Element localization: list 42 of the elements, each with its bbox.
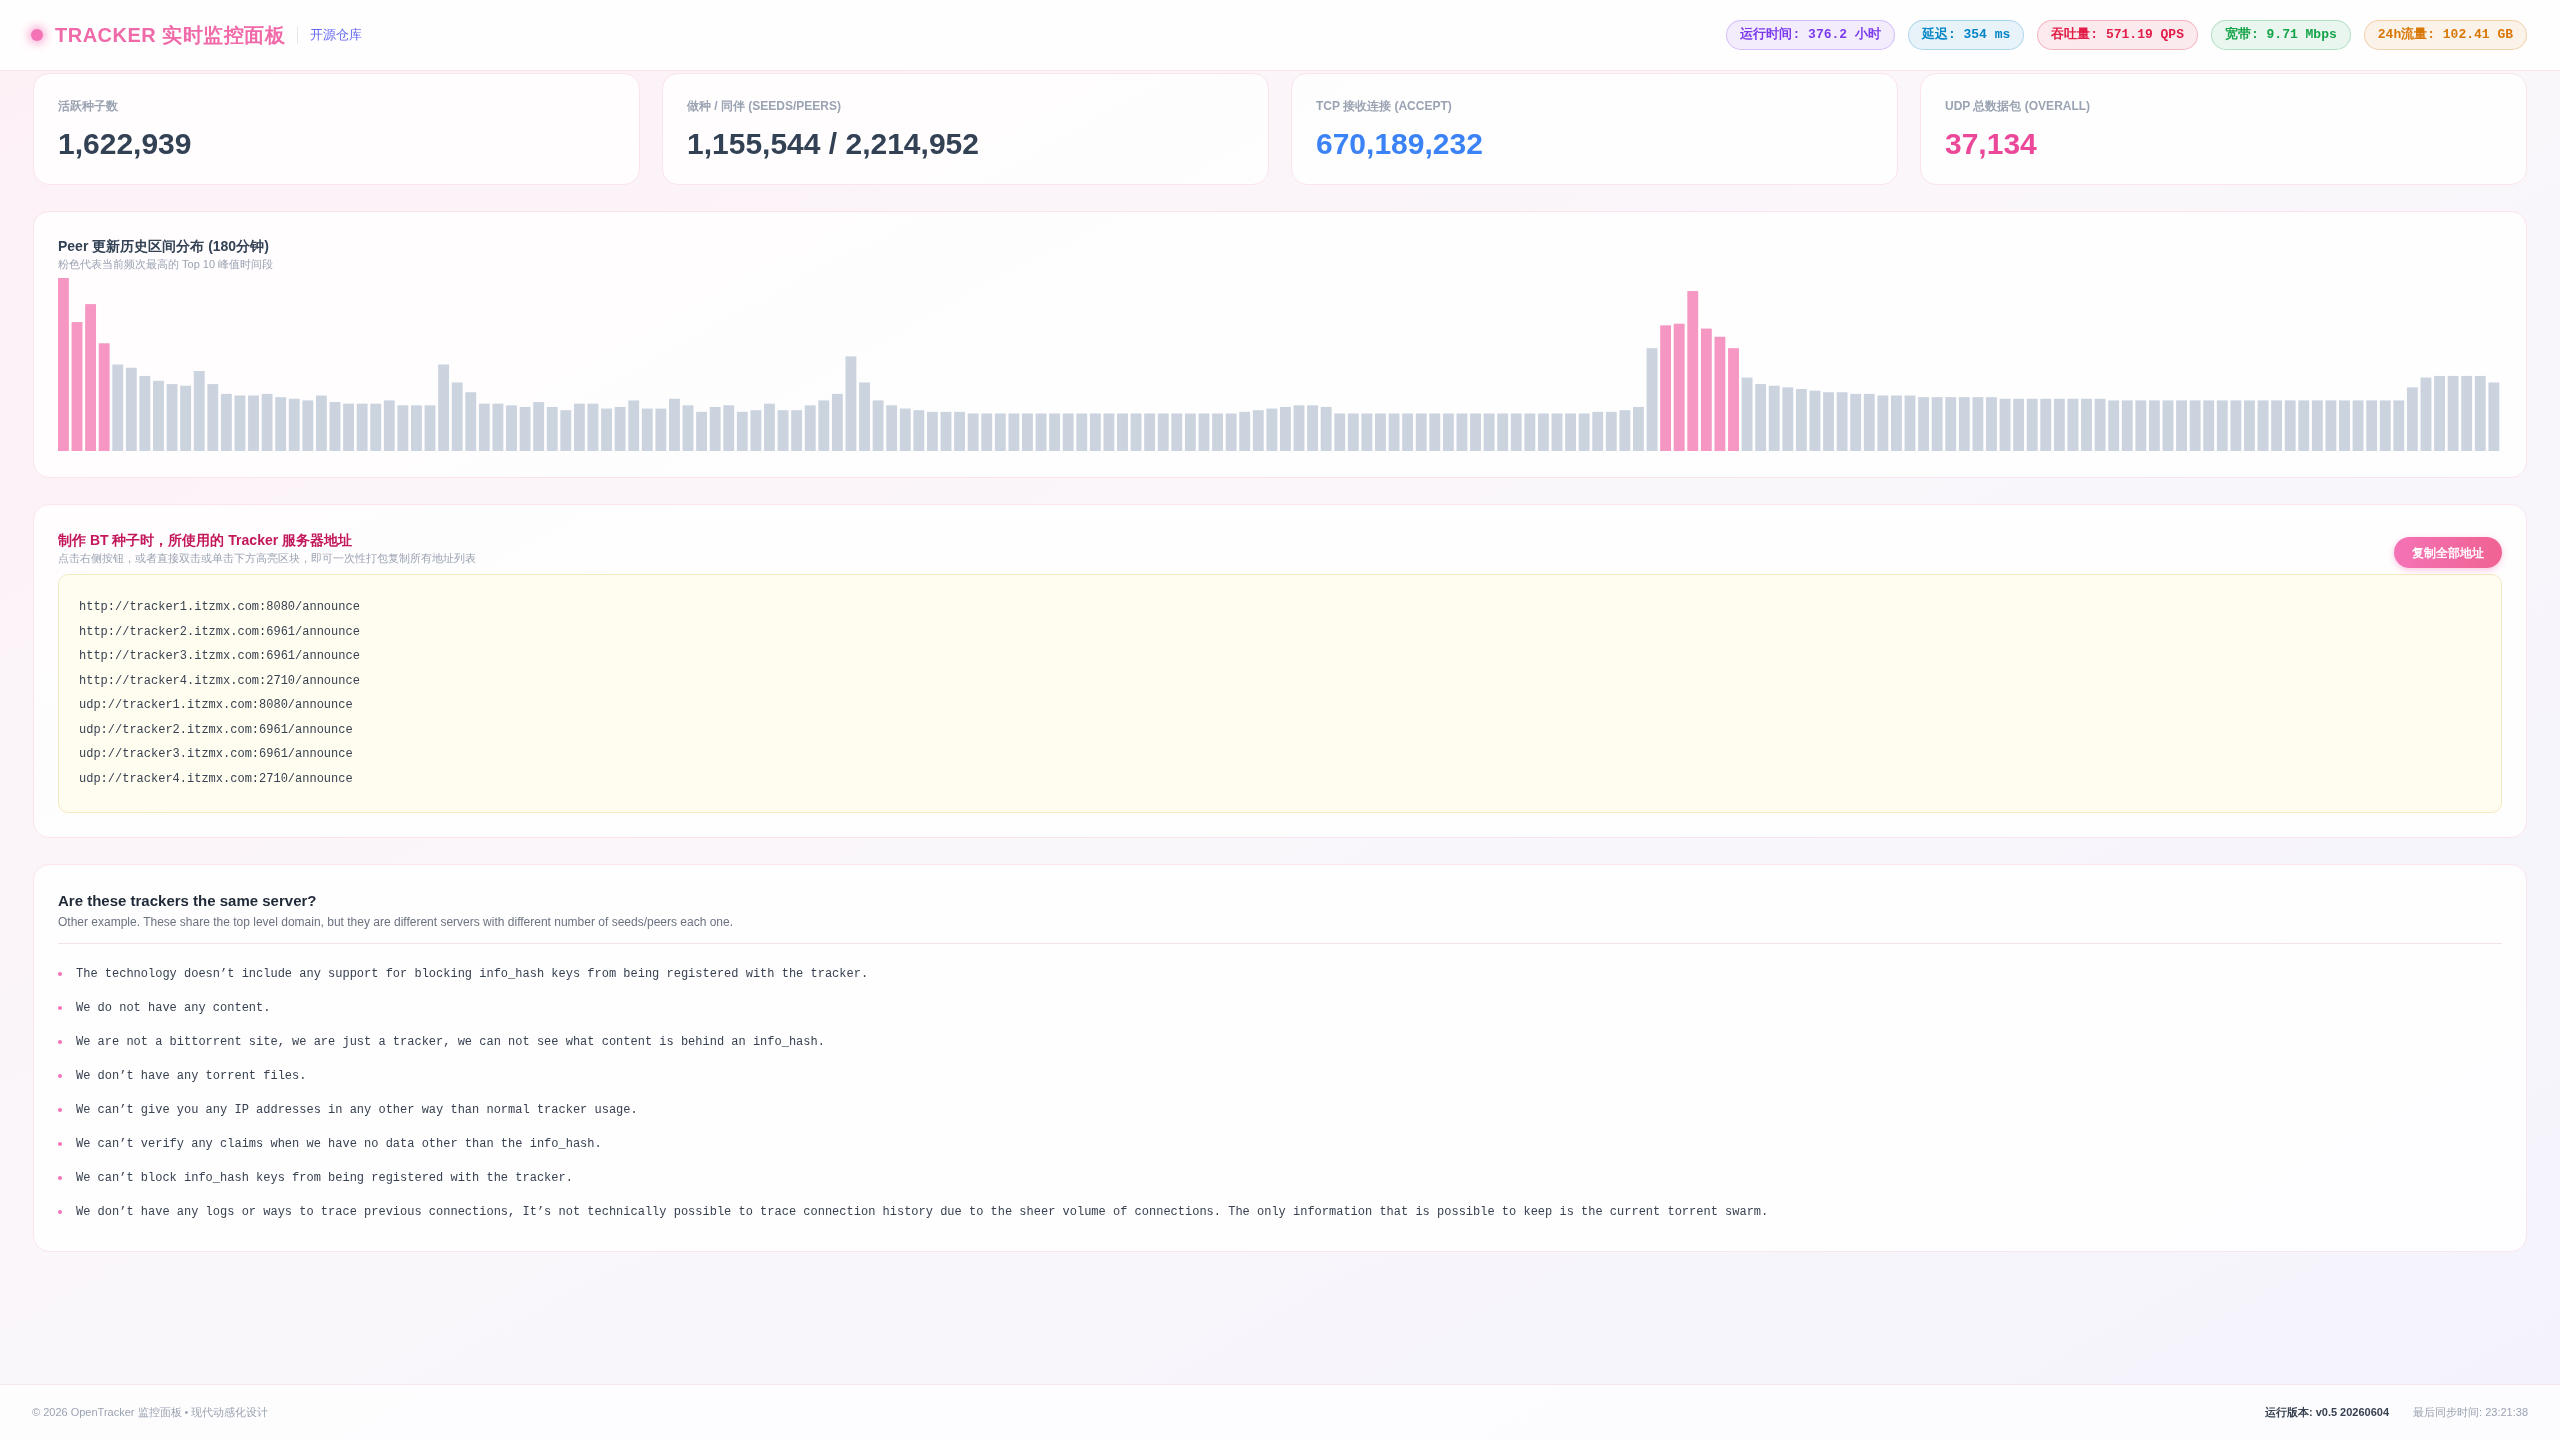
tracker-url: http://tracker1.itzmx.com:8080/announce <box>79 599 361 616</box>
chart-subtitle: 粉色代表当前频次最高的 Top 10 峰值时间段 <box>58 257 275 272</box>
stat-badge: 延迟: 354 ms <box>1907 20 2025 50</box>
chart-title: Peer 更新历史区间分布 (180分钟) <box>58 237 270 255</box>
tracker-url: udp://tracker4.itzmx.com:2710/announce <box>79 770 354 788</box>
stat-badge: 宽带: 9.71 Mbps <box>2210 20 2351 50</box>
version-text: 运行版本: v0.5 20260604 <box>2264 1405 2390 1421</box>
stat-badge: 24h流量: 102.41 GB <box>2363 20 2527 50</box>
faq-item-text: The technology doesn’t include any support for blocking info_hash keys from being registered with the tracker. <box>76 966 869 983</box>
stat-value: 37,134 <box>1945 126 2038 162</box>
tracker-url: udp://tracker1.itzmx.com:8080/announce <box>79 697 354 714</box>
tracker-url: http://tracker3.itzmx.com:6961/announce <box>79 648 361 665</box>
sync-time-text: 最后同步时间: 23:21:38 <box>2413 1405 2528 1421</box>
tracker-url: udp://tracker3.itzmx.com:6961/announce <box>79 746 354 763</box>
faq-subtitle: Other example. These share the top level domain, but they are different servers with different number of seeds/peers each one. <box>58 914 735 930</box>
faq-item-text: We are not a bittorrent site, we are just a tracker, we can not see what content is behind an info_hash. <box>76 1034 825 1051</box>
copyright-text: © 2026 OpenTracker 监控面板 • 现代动感化设计 <box>32 1405 269 1421</box>
tracker-url: http://tracker4.itzmx.com:2710/announce <box>79 672 361 690</box>
tracker-section-title: 制作 BT 种子时，所使用的 Tracker 服务器地址 <box>58 531 354 549</box>
tracker-url: udp://tracker2.itzmx.com:6961/announce <box>79 721 354 739</box>
faq-item-text: We can’t verify any claims when we have no data other than the info_hash. <box>76 1136 602 1153</box>
stat-label: UDP 总数据包 (OVERALL) <box>1945 98 2092 114</box>
stat-badge: 吞吐量: 571.19 QPS <box>2037 20 2198 50</box>
tracker-section-subtitle: 点击右侧按钮，或者直接双击或单击下方高亮区块，即可一次性打包复制所有地址列表 <box>58 551 476 566</box>
app-title: TRACKER 实时监控面板 <box>55 23 286 48</box>
stat-label: 活跃种子数 <box>58 98 119 114</box>
copy-all-button[interactable]: 复制全部地址 <box>2394 537 2502 568</box>
stat-label: 做种 / 同伴 (SEEDS/PEERS) <box>687 98 843 114</box>
stat-value: 1,155,544 / 2,214,952 <box>687 126 980 162</box>
stat-value: 1,622,939 <box>58 126 193 162</box>
stat-badge: 运行时间: 376.2 小时 <box>1726 20 1895 50</box>
stat-label: TCP 接收连接 (ACCEPT) <box>1316 98 1453 114</box>
faq-item-text: We can’t give you any IP addresses in any other way than normal tracker usage. <box>76 1102 638 1119</box>
faq-item-text: We do not have any content. <box>76 1000 271 1017</box>
tracker-url: http://tracker2.itzmx.com:6961/announce <box>79 623 361 641</box>
faq-item-text: We don’t have any torrent files. <box>76 1068 307 1085</box>
faq-item-text: We can’t block info_hash keys from being registered with the tracker. <box>76 1170 573 1187</box>
tracker-url-box[interactable] <box>58 574 2502 813</box>
faq-title: Are these trackers the same server? <box>58 891 318 910</box>
faq-item-text: We don’t have any logs or ways to trace previous connections, It’s not technically possible to trace connection history due to the sheer volume of connections. The only information that is possible to keep is the current torrent swarm. <box>76 1204 1769 1221</box>
stat-value: 670,189,232 <box>1316 126 1484 162</box>
repo-link[interactable]: 开源仓库 <box>310 25 363 45</box>
